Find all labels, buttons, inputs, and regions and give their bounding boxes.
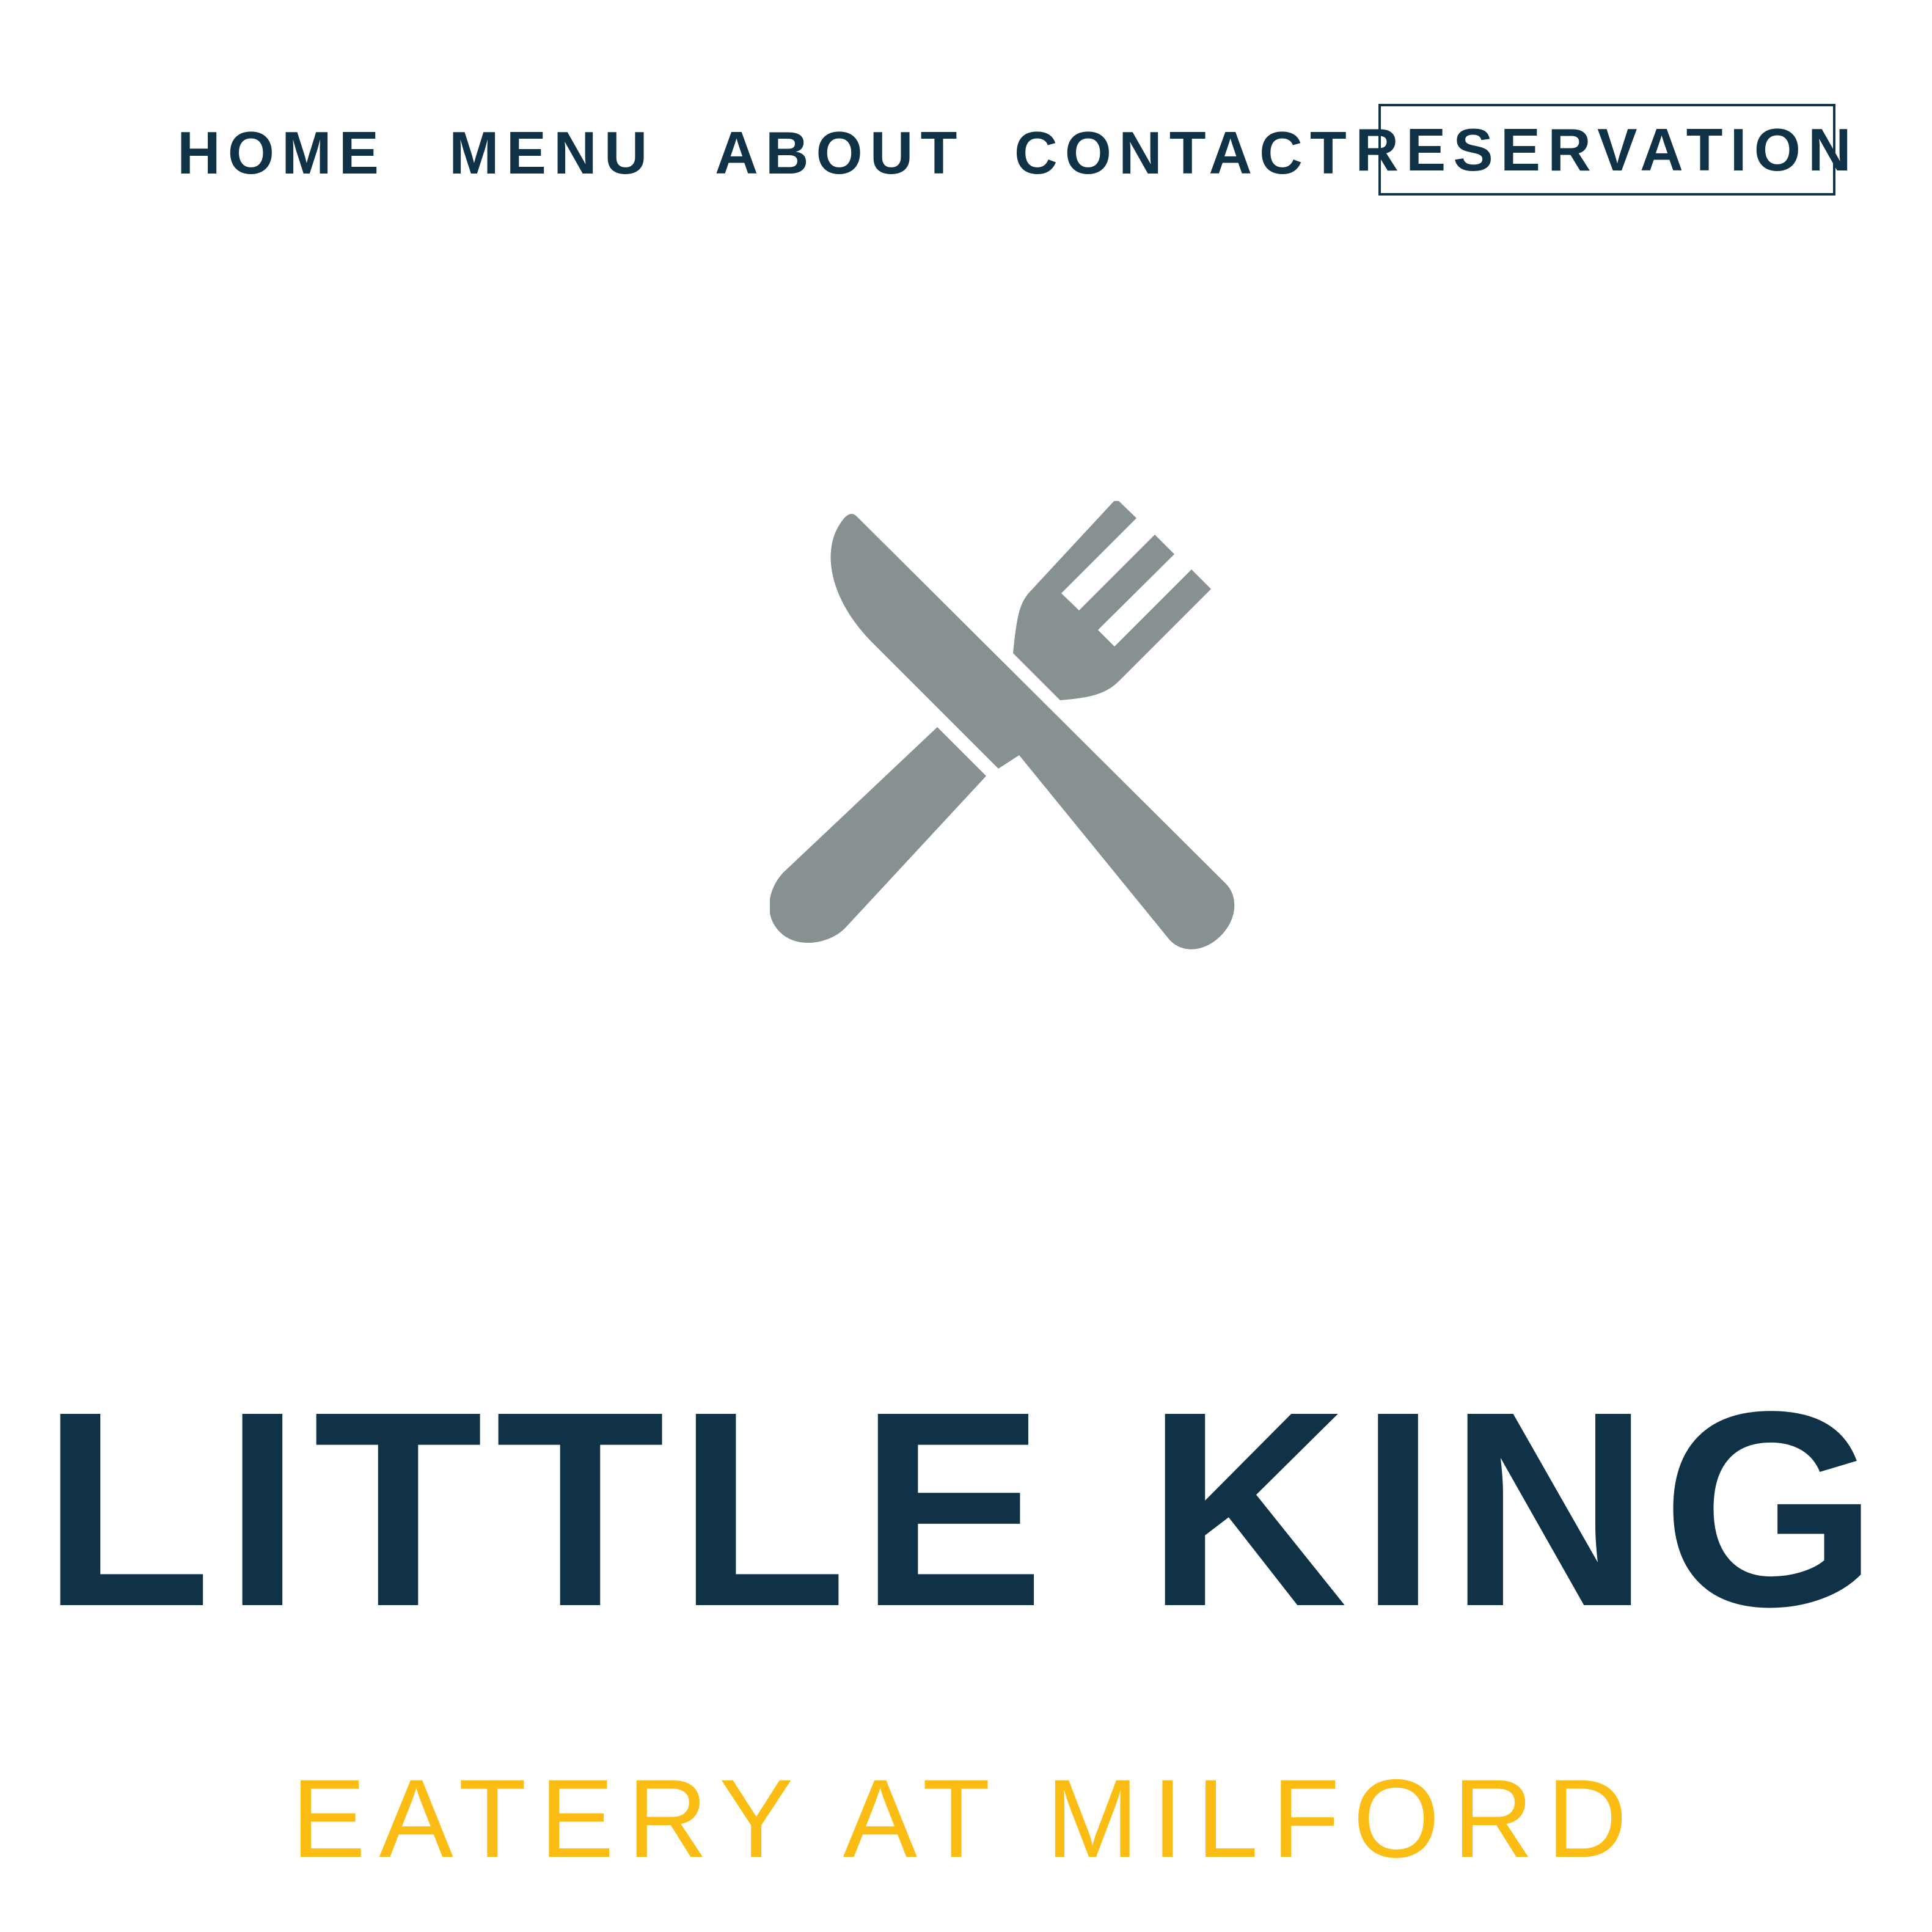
nav-about-link[interactable]: ABOUT [715, 122, 964, 183]
knife [830, 514, 1235, 950]
brand-subtitle: EATERY AT MILFORD [291, 1756, 1641, 1881]
brand-title: LITTLE KING [42, 1353, 1890, 1664]
reservation-button[interactable]: RESERVATION [1355, 104, 1851, 196]
nav-contact-link[interactable]: CONTACT [1014, 122, 1354, 183]
fork-head [1013, 499, 1211, 700]
nav-menu-link[interactable]: MENU [449, 122, 655, 183]
nav-home-link[interactable]: HOME [177, 122, 386, 183]
fork-handle [769, 727, 986, 943]
knife-and-fork-icon [769, 499, 1246, 953]
main-navigation: HOME MENU ABOUT CONTACT RESERVATION [0, 0, 1932, 202]
